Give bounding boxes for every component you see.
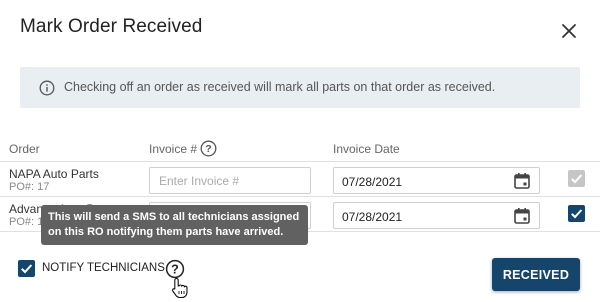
info-banner: Checking off an order as received will m… <box>20 67 580 108</box>
close-button[interactable] <box>558 20 580 42</box>
column-header-invoice: Invoice # <box>149 142 198 156</box>
notify-technicians-label[interactable]: NOTIFY TECHNICIANS <box>42 262 165 274</box>
invoice-date-value: 07/28/2021 <box>342 210 403 224</box>
help-icon[interactable]: ? <box>165 259 185 279</box>
po-number: PO#: 17 <box>9 181 50 193</box>
invoice-date-field[interactable]: 07/28/2021 <box>333 167 540 194</box>
notify-tooltip: This will send a SMS to all technicians … <box>41 205 308 245</box>
tooltip-line: This will send a SMS to all technicians … <box>48 211 300 223</box>
received-button[interactable]: RECEIVED <box>492 258 580 291</box>
calendar-icon[interactable] <box>513 172 531 190</box>
received-checkbox[interactable] <box>568 205 585 222</box>
dialog-title: Mark Order Received <box>20 16 203 37</box>
mark-order-received-dialog: Mark Order Received Checking off an orde… <box>0 0 600 302</box>
close-icon <box>562 24 576 38</box>
calendar-icon[interactable] <box>513 207 531 225</box>
invoice-date-field[interactable]: 07/28/2021 <box>333 202 540 229</box>
table-row: NAPA Auto Parts PO#: 17 07/28/2021 <box>0 162 600 197</box>
notify-technicians-checkbox[interactable] <box>18 260 35 277</box>
help-icon[interactable]: ? <box>200 140 217 157</box>
invoice-date-value: 07/28/2021 <box>342 175 403 189</box>
checkmark-icon <box>21 264 33 274</box>
column-header-order: Order <box>9 142 40 156</box>
hand-pointer-icon <box>171 277 188 299</box>
received-checkbox[interactable] <box>568 170 585 187</box>
info-icon <box>39 80 55 96</box>
table-header: Order Invoice # ? Invoice Date <box>0 134 600 162</box>
tooltip-line: on this RO notifying them parts have arr… <box>48 226 284 238</box>
svg-text:?: ? <box>171 262 179 276</box>
checkmark-icon <box>571 174 583 184</box>
invoice-input[interactable] <box>149 167 311 194</box>
svg-text:?: ? <box>205 143 211 155</box>
info-text: Checking off an order as received will m… <box>64 80 496 94</box>
vendor-name: NAPA Auto Parts <box>9 167 99 181</box>
checkmark-icon <box>571 209 583 219</box>
column-header-invoice-date: Invoice Date <box>333 142 400 156</box>
